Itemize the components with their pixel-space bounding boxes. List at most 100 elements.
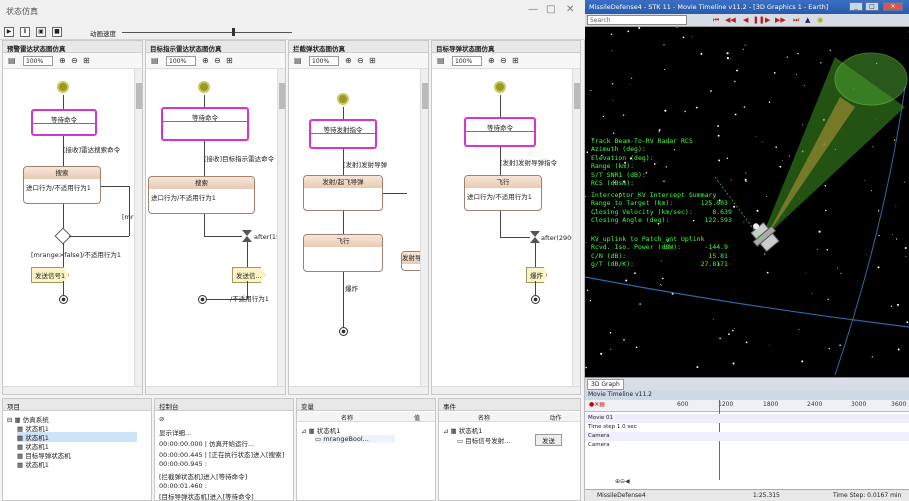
rewind-icon[interactable]: ⏮ xyxy=(713,16,719,25)
fit-icon[interactable]: ⊞ xyxy=(512,56,519,65)
tree-item[interactable]: ▦ 状态机1 xyxy=(17,459,49,469)
maximize-button[interactable]: □ xyxy=(546,4,555,15)
table-row[interactable]: ⊿ ▦ 状态机1 xyxy=(443,425,482,435)
initial-node[interactable] xyxy=(57,81,69,93)
minimize-button[interactable]: _ xyxy=(849,2,863,11)
grid-icon[interactable]: ▤ xyxy=(437,56,445,65)
faster-icon[interactable]: ⏭ xyxy=(793,16,799,25)
close-button[interactable]: ✕ xyxy=(883,2,903,11)
step-icon[interactable]: ▣ xyxy=(36,27,46,37)
stop-icon[interactable]: ■ xyxy=(52,27,62,37)
zoom-controls-icon[interactable]: ⊕⊖◀ xyxy=(615,478,630,485)
state-fly[interactable]: 飞行 xyxy=(303,234,383,272)
star xyxy=(818,230,821,233)
state-wait-launch[interactable]: 等待发射指令 xyxy=(309,119,377,149)
table-row[interactable]: ▭ mrangeBool... xyxy=(315,435,395,443)
star xyxy=(733,205,736,208)
transition-label: [接收]雷达搜索命令 xyxy=(63,146,121,154)
star xyxy=(743,106,746,108)
play-back-icon[interactable]: ◀ xyxy=(743,16,748,24)
star xyxy=(802,124,804,126)
column-header[interactable]: 名称 xyxy=(439,412,529,422)
record-icon[interactable]: ●✕▤ xyxy=(589,401,605,408)
slower-icon[interactable]: ▲ xyxy=(805,16,810,24)
timeline-row[interactable]: Camera xyxy=(585,432,909,441)
vertical-scrollbar[interactable] xyxy=(572,69,580,386)
console-line: 00:00:01.460 : xyxy=(159,482,207,490)
column-header[interactable]: 动作 xyxy=(529,412,580,422)
state-wait-command[interactable]: 等待命令 xyxy=(161,107,249,141)
grid-icon[interactable]: ▤ xyxy=(8,56,16,65)
maximize-button[interactable]: □ xyxy=(865,2,879,11)
explode-node[interactable]: 爆炸 xyxy=(526,267,547,283)
timeline-row[interactable]: Movie 01 xyxy=(585,414,909,423)
zoom-out-icon[interactable]: ⊖ xyxy=(71,56,78,65)
tick-label: 3000 xyxy=(851,401,867,408)
star xyxy=(612,99,614,101)
column-header[interactable]: 值 xyxy=(397,412,435,422)
play-icon[interactable]: ▶ xyxy=(765,16,770,24)
run-icon[interactable]: ▶ xyxy=(4,27,14,37)
search-input[interactable]: Search xyxy=(587,15,687,25)
pane-title: 拦截弹状态图仿真 xyxy=(289,41,428,53)
timeline-row[interactable]: Camera xyxy=(585,441,909,450)
tab-3d-graph[interactable]: 3D Graph xyxy=(587,379,624,390)
minimize-button[interactable]: — xyxy=(528,4,538,15)
speed-slider[interactable] xyxy=(122,32,292,33)
console-pane: 控制台 ⊘ 显示详细... 00:00:00.000 | 仿真开始运行... 0… xyxy=(154,398,294,501)
grid-icon[interactable]: ▤ xyxy=(294,56,302,65)
realtime-icon[interactable]: ◉ xyxy=(817,16,823,24)
grid-icon[interactable]: ▤ xyxy=(151,56,159,65)
vertical-scrollbar[interactable] xyxy=(277,69,285,386)
initial-node[interactable] xyxy=(337,93,349,105)
star xyxy=(796,73,797,75)
zoom-select[interactable]: 100% xyxy=(166,56,196,66)
table-row[interactable]: ⊿ ▦ 状态机1 xyxy=(301,425,340,435)
state-search[interactable]: 搜索 进口行为/不适用行为1 xyxy=(23,166,101,204)
zoom-in-icon[interactable]: ⊕ xyxy=(59,56,66,65)
zoom-out-icon[interactable]: ⊖ xyxy=(214,56,221,65)
horizontal-scrollbar[interactable] xyxy=(432,386,580,394)
step-back-icon[interactable]: ◀◀ xyxy=(725,16,736,24)
speed-slider-handle[interactable] xyxy=(232,28,235,36)
star xyxy=(797,53,799,55)
zoom-out-icon[interactable]: ⊖ xyxy=(500,56,507,65)
star xyxy=(658,131,660,133)
fit-icon[interactable]: ⊞ xyxy=(226,56,233,65)
horizontal-scrollbar[interactable] xyxy=(289,386,428,394)
zoom-out-icon[interactable]: ⊖ xyxy=(357,56,364,65)
fit-icon[interactable]: ⊞ xyxy=(83,56,90,65)
horizontal-scrollbar[interactable] xyxy=(3,386,142,394)
state-launch[interactable]: 发射/起飞导弹 xyxy=(303,175,383,211)
zoom-in-icon[interactable]: ⊕ xyxy=(202,56,209,65)
star xyxy=(775,146,777,148)
star xyxy=(779,165,782,168)
send-signal-node[interactable]: 发送信... xyxy=(232,267,266,283)
send-event-button[interactable]: 发送 xyxy=(535,434,562,446)
pause-icon[interactable]: ❚❚ xyxy=(753,16,765,24)
table-row[interactable]: ▭ 目标信号发射... xyxy=(457,435,510,445)
vertical-scrollbar[interactable] xyxy=(420,69,428,386)
clear-icon[interactable]: ⊘ xyxy=(159,415,164,423)
timeline-row[interactable]: Time step 1.0 sec xyxy=(585,423,909,432)
zoom-select[interactable]: 100% xyxy=(23,56,53,66)
state-search[interactable]: 搜索 进口行为/不适用行为1 xyxy=(148,176,255,214)
zoom-select[interactable]: 100% xyxy=(309,56,339,66)
3d-graphics-view[interactable]: Track Beam-To-RV Radar RCS Azimuth (deg)… xyxy=(585,27,909,375)
fit-icon[interactable]: ⊞ xyxy=(369,56,376,65)
state-fly[interactable]: 飞行 进口行为/不适用行为1 xyxy=(464,175,542,211)
zoom-select[interactable]: 100% xyxy=(452,56,482,66)
close-button[interactable]: ✕ xyxy=(566,4,574,15)
zoom-in-icon[interactable]: ⊕ xyxy=(488,56,495,65)
initial-node[interactable] xyxy=(494,81,506,93)
timeline-ruler[interactable]: ●✕▤ 600 1200 1800 2400 3000 3600 xyxy=(585,400,909,412)
initial-node[interactable] xyxy=(198,81,210,93)
horizontal-scrollbar[interactable] xyxy=(146,386,285,394)
pause-icon[interactable]: Ⅱ xyxy=(20,27,30,37)
column-header[interactable]: 名称 xyxy=(297,412,397,422)
state-wait-command[interactable]: 等待命令 xyxy=(464,117,536,147)
state-wait-command[interactable]: 等待命令 xyxy=(31,109,97,136)
step-forward-icon[interactable]: ▶▶ xyxy=(775,16,786,24)
vertical-scrollbar[interactable] xyxy=(134,69,142,386)
zoom-in-icon[interactable]: ⊕ xyxy=(345,56,352,65)
